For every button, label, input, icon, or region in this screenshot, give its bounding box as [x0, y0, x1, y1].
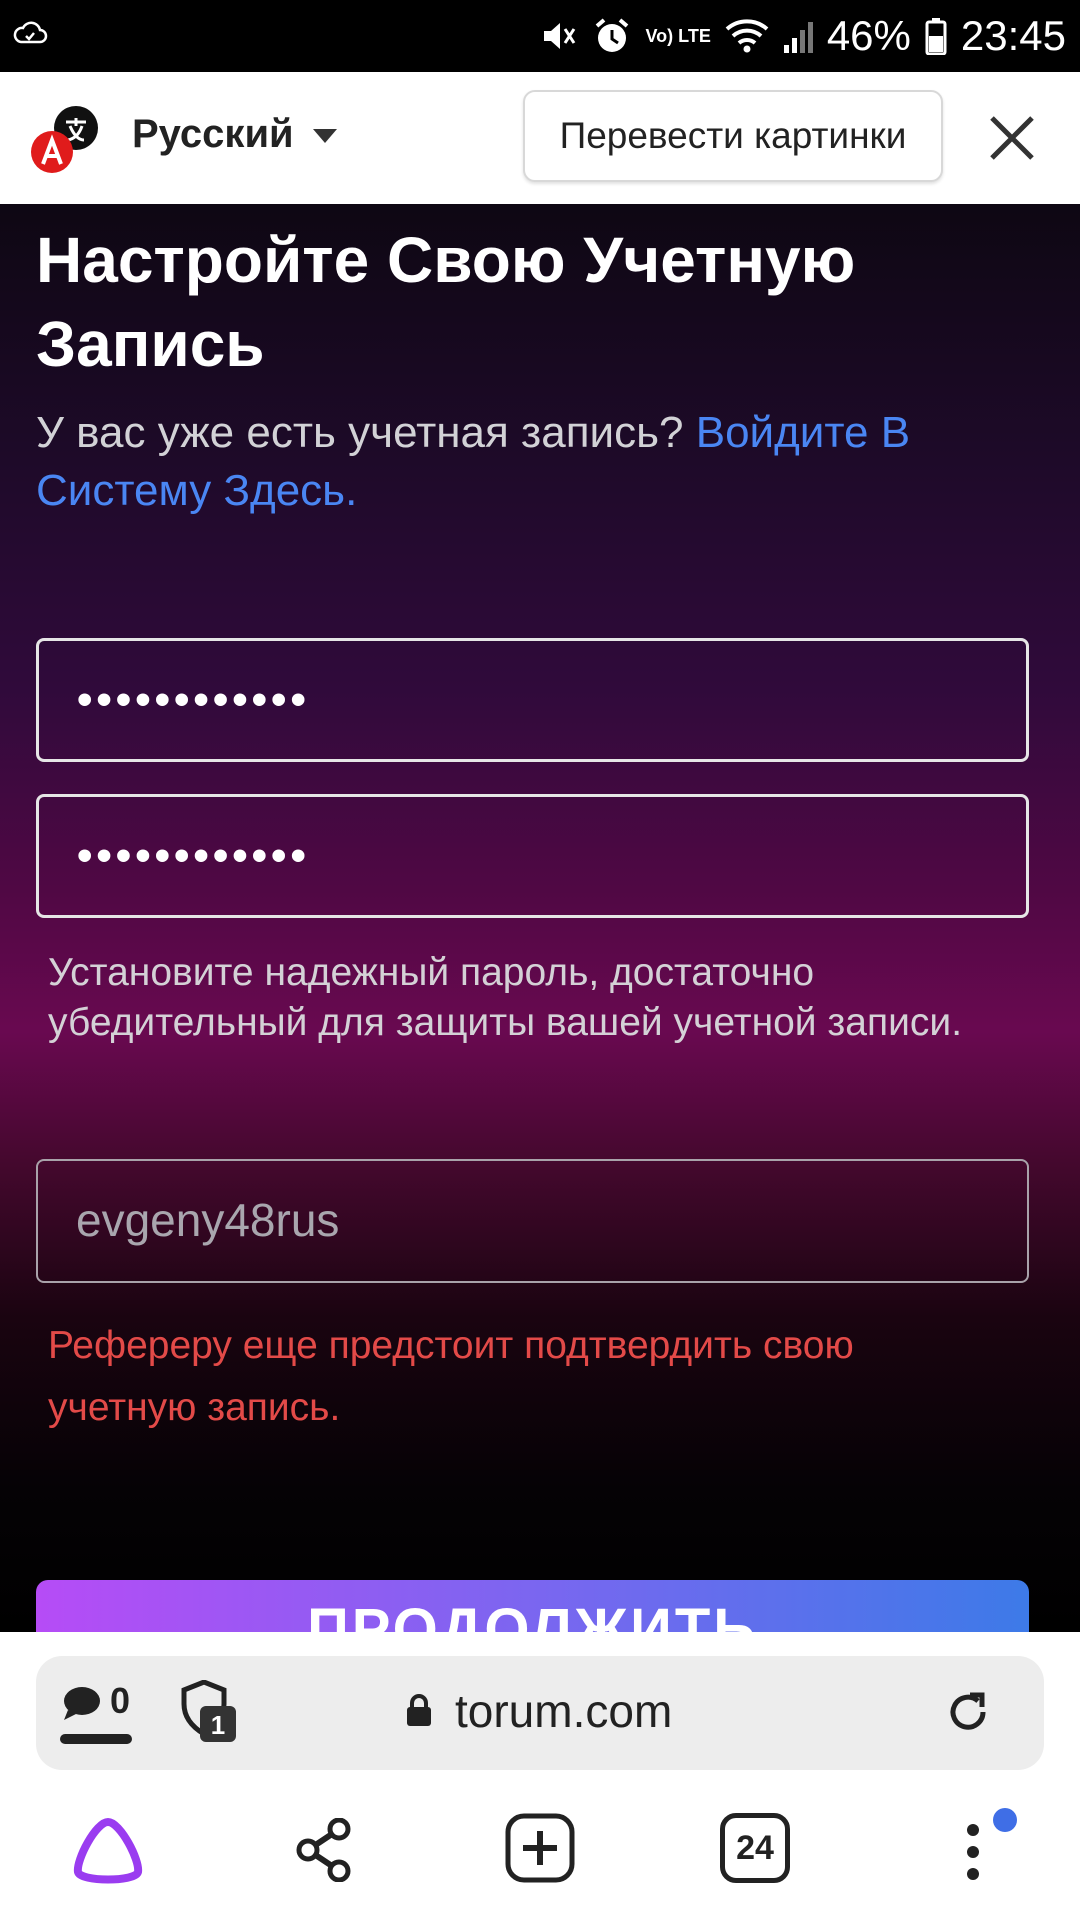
chevron-down-icon[interactable] — [312, 128, 338, 149]
volte-icon: Vo) LTE — [645, 26, 711, 46]
protect-shield-icon[interactable]: 1 — [178, 1679, 242, 1749]
password-value: •••••••••••• — [77, 675, 310, 724]
comments-count: 0 — [110, 1680, 131, 1721]
confirm-password-value: •••••••••••• — [77, 831, 310, 880]
close-icon[interactable] — [988, 114, 1036, 162]
alice-assistant-icon[interactable] — [72, 1816, 144, 1889]
lock-icon — [405, 1693, 433, 1732]
alarm-icon — [592, 16, 632, 56]
page-title: Настройте Свою Учетную Запись — [36, 224, 856, 380]
clock: 23:45 — [960, 12, 1066, 59]
password-hint: Установите надежный пароль, достаточно у… — [48, 951, 963, 1044]
login-prompt-text: У вас уже есть учетная запись? — [36, 408, 696, 457]
comments-icon[interactable] — [62, 1686, 102, 1727]
status-icons: Vo) LTE 46% 23:45 — [538, 12, 1066, 60]
comments-indicator — [60, 1734, 132, 1744]
share-icon[interactable] — [294, 1817, 354, 1887]
battery-percent: 46% — [826, 12, 911, 59]
tabs-switcher[interactable]: 24 — [720, 1813, 790, 1883]
wifi-icon — [725, 17, 769, 55]
translate-images-button[interactable]: Перевести картинки — [523, 90, 943, 182]
battery-icon — [925, 17, 947, 55]
reload-icon[interactable] — [946, 1690, 990, 1739]
cloud-sync-icon — [12, 18, 48, 53]
translate-logo-icon — [30, 104, 100, 174]
url-domain[interactable]: torum.com — [455, 1684, 672, 1738]
status-bar: Vo) LTE 46% 23:45 — [0, 0, 1080, 72]
signup-page: Настройте Свою Учетную Запись У вас уже … — [0, 204, 1080, 1632]
new-tab-icon[interactable] — [505, 1813, 575, 1888]
referrer-input[interactable]: evgeny48rus — [36, 1159, 1029, 1283]
language-selector[interactable]: Русский — [132, 112, 294, 157]
referrer-error: Рефереру еще предстоит подтвердить свою … — [48, 1324, 854, 1429]
confirm-password-input[interactable]: •••••••••••• — [36, 794, 1029, 918]
referrer-value: evgeny48rus — [76, 1194, 340, 1246]
signal-icon — [783, 19, 813, 53]
login-prompt: У вас уже есть учетная запись? Войдите В… — [36, 404, 1046, 520]
menu-more-icon[interactable] — [963, 1822, 983, 1887]
password-input[interactable]: •••••••••••• — [36, 638, 1029, 762]
mute-icon — [538, 16, 578, 56]
continue-button[interactable]: ПРОДОЛЖИТЬ — [36, 1580, 1029, 1632]
menu-notification-badge — [993, 1808, 1017, 1832]
shield-count: 1 — [211, 1710, 225, 1740]
